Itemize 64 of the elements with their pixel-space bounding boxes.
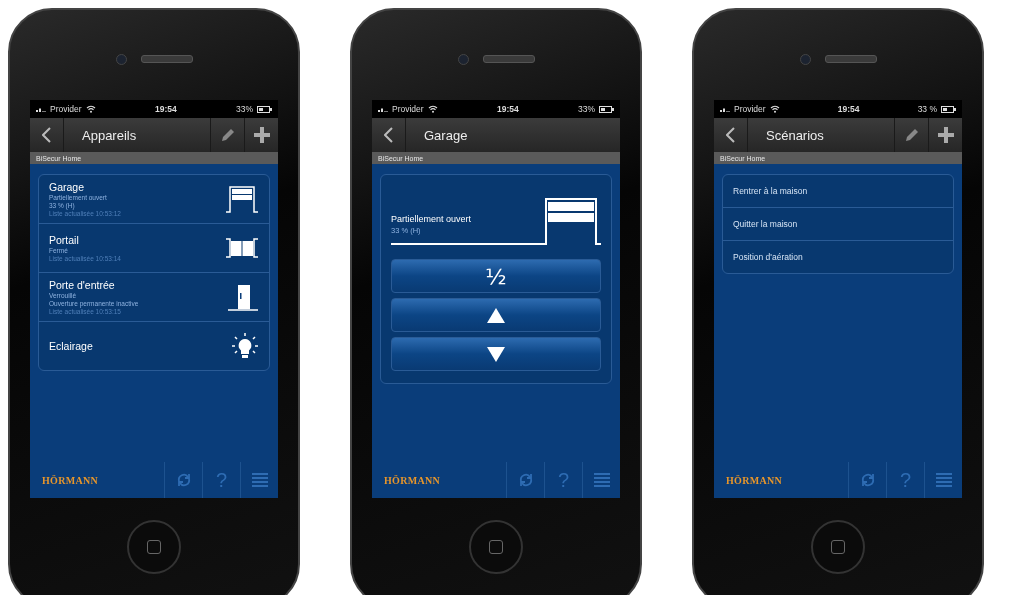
scenario-item[interactable]: Rentrer à la maison [723, 175, 953, 207]
menu-icon [935, 472, 952, 488]
carrier-name: Provider [50, 104, 82, 114]
signal-icon [378, 106, 388, 112]
scenario-item[interactable]: Quitter la maison [723, 207, 953, 240]
home-button[interactable] [127, 520, 181, 574]
open-button[interactable] [391, 298, 601, 332]
device-name: Garage [49, 181, 86, 193]
battery-percent: 33% [578, 104, 595, 114]
battery-percent: 33 % [917, 104, 937, 114]
speaker-grille [140, 55, 193, 63]
pencil-icon [903, 127, 920, 143]
speaker-grille [482, 55, 535, 63]
door-status: Partiellement ouvert [391, 214, 473, 224]
wifi-icon [769, 105, 780, 113]
gate-icon [225, 238, 259, 258]
signal-icon [36, 106, 46, 112]
refresh-icon [517, 472, 534, 488]
pencil-icon [219, 127, 236, 143]
camera-lens [115, 53, 127, 65]
refresh-icon [859, 472, 876, 488]
close-button[interactable] [391, 337, 601, 371]
garage-door-icon [225, 185, 259, 213]
back-chevron-icon [726, 127, 735, 143]
clock: 19:54 [153, 104, 178, 114]
scenario-item[interactable]: Position d'aération [723, 240, 953, 273]
camera-lens [799, 53, 811, 65]
battery-icon [941, 105, 956, 113]
signal-icon [720, 106, 730, 112]
battery-percent: 33% [236, 104, 253, 114]
clock: 19:54 [836, 104, 861, 114]
carrier-name: Provider [392, 104, 424, 114]
device-row[interactable]: Eclairage [39, 321, 269, 370]
brand-logo: HÖRMANN [42, 474, 99, 486]
plus-icon [936, 126, 955, 144]
clock: 19:54 [495, 104, 520, 114]
camera-lens [457, 53, 469, 65]
battery-icon [599, 105, 614, 113]
menu-icon [251, 472, 268, 488]
screen-title: Appareils [82, 127, 137, 143]
home-button[interactable] [469, 520, 523, 574]
refresh-icon [175, 472, 192, 488]
half-open-button[interactable]: ½ [391, 259, 601, 293]
home-button[interactable] [811, 520, 865, 574]
back-chevron-icon [42, 127, 51, 143]
speaker-grille [824, 55, 877, 63]
back-chevron-icon [384, 127, 393, 143]
down-triangle-icon [487, 346, 505, 362]
door-icon [227, 283, 259, 311]
light-bulb-icon [231, 332, 259, 360]
screen-title: Scénarios [766, 127, 824, 143]
wifi-icon [427, 105, 438, 113]
plus-icon [252, 126, 271, 144]
carrier-name: Provider [734, 104, 766, 114]
device-name: Portail [49, 234, 80, 246]
brand-logo: HÖRMANN [726, 474, 783, 486]
up-triangle-icon [487, 307, 505, 323]
menu-icon [593, 472, 610, 488]
brand-logo: HÖRMANN [384, 474, 441, 486]
device-name: Eclairage [49, 340, 93, 352]
screen-title: Garage [424, 127, 468, 143]
battery-icon [257, 105, 272, 113]
wifi-icon [85, 105, 96, 113]
device-name: Porte d'entrée [49, 279, 116, 291]
